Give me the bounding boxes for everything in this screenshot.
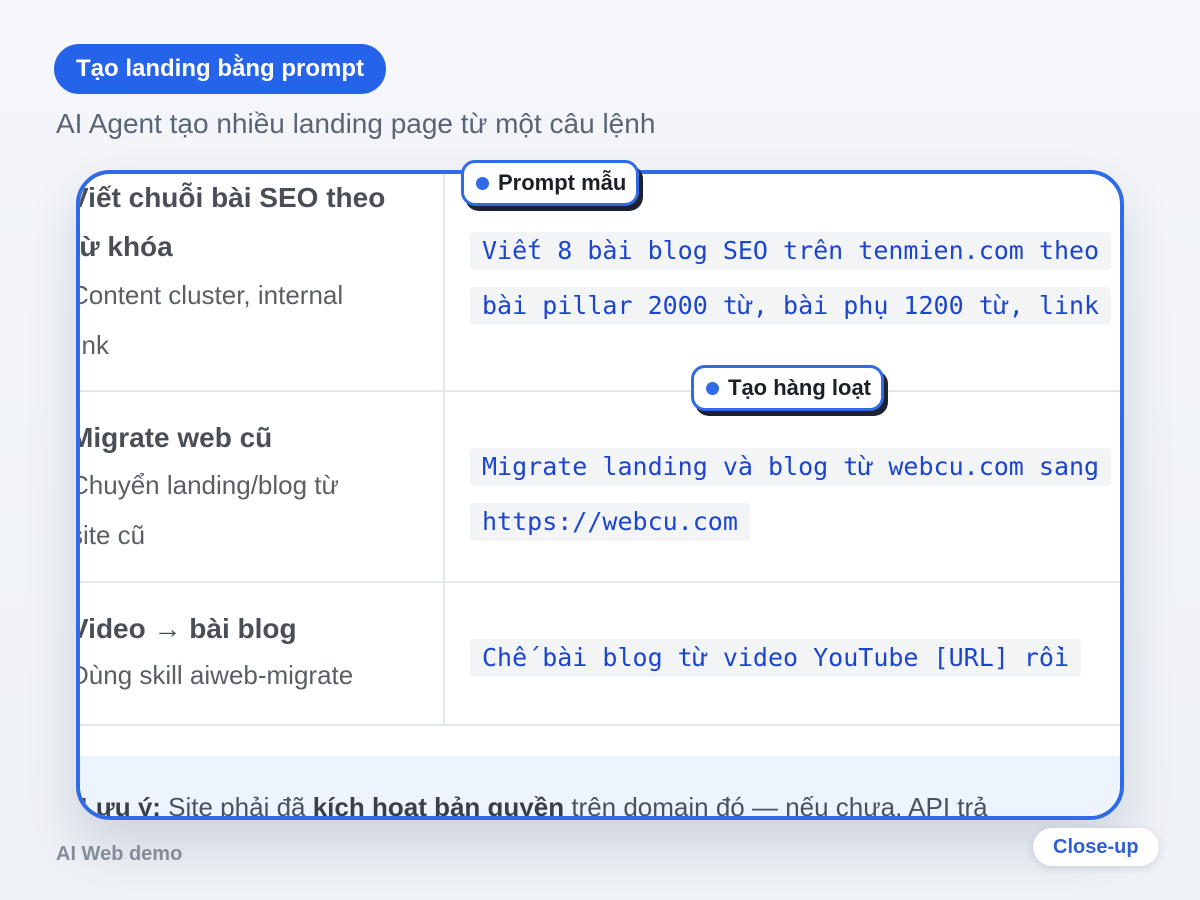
feature-badge: Tạo landing bằng prompt: [54, 44, 386, 94]
row-title-line2: từ khóa: [76, 231, 173, 262]
license-note: Lưu ý: Site phải đã kích hoạt bản quyền …: [80, 756, 1120, 820]
row-title: Viết chuỗi bài SEO theo: [76, 182, 386, 213]
dot-icon: [706, 381, 719, 395]
batch-create-tag: Tạo hàng loạt: [691, 365, 884, 411]
note-text: Lưu ý: Site phải đã kích hoạt bản quyền …: [80, 792, 988, 820]
code-line: https://webcu.com: [470, 503, 750, 541]
code-line: Migrate landing và blog từ webcu.com san…: [470, 448, 1112, 486]
demo-caption: AI Web demo: [56, 843, 183, 865]
row-description: Dùng skill aiweb-migrate: [76, 660, 354, 690]
row-description: Content cluster, internal link: [76, 280, 344, 360]
code-line: Chế bài blog từ video YouTube [URL] rồi: [470, 639, 1081, 677]
row-title: Migrate web cũ: [76, 422, 273, 453]
table-row: Video → bài blog Dùng skill aiweb-migrat…: [80, 581, 1120, 726]
code-line: Viết 8 bài blog SEO trên tenmien.com the…: [470, 232, 1112, 270]
table-row: Viết chuỗi bài SEO theo từ khóa Content …: [80, 174, 1120, 392]
row-description: Chuyển landing/blog từ site cũ: [76, 470, 339, 550]
row-label-cell: Migrate web cũ Chuyển landing/blog từ si…: [76, 390, 445, 581]
prompt-code[interactable]: Chế bài blog từ video YouTube [URL] rồi: [470, 633, 1120, 688]
closeup-badge: Close-up: [1033, 828, 1159, 866]
code-line: bài pillar 2000 từ, bài phụ 1200 từ, lin…: [470, 287, 1112, 325]
table-row: Migrate web cũ Chuyển landing/blog từ si…: [80, 390, 1120, 583]
dot-icon: [476, 176, 489, 190]
closeup-frame: Viết chuỗi bài SEO theo từ khóa Content …: [76, 170, 1124, 820]
prompt-sample-tag: Prompt mẫu: [461, 160, 640, 206]
row-title: Video → bài blog: [76, 613, 297, 644]
row-label-cell: Viết chuỗi bài SEO theo từ khóa Content …: [76, 174, 445, 390]
row-label-cell: Video → bài blog Dùng skill aiweb-migrat…: [76, 581, 445, 724]
page-subtitle: AI Agent tạo nhiều landing page từ một c…: [56, 108, 656, 139]
prompt-code[interactable]: Migrate landing và blog từ webcu.com san…: [470, 442, 1120, 552]
prompt-code[interactable]: Viết 8 bài blog SEO trên tenmien.com the…: [470, 226, 1120, 336]
